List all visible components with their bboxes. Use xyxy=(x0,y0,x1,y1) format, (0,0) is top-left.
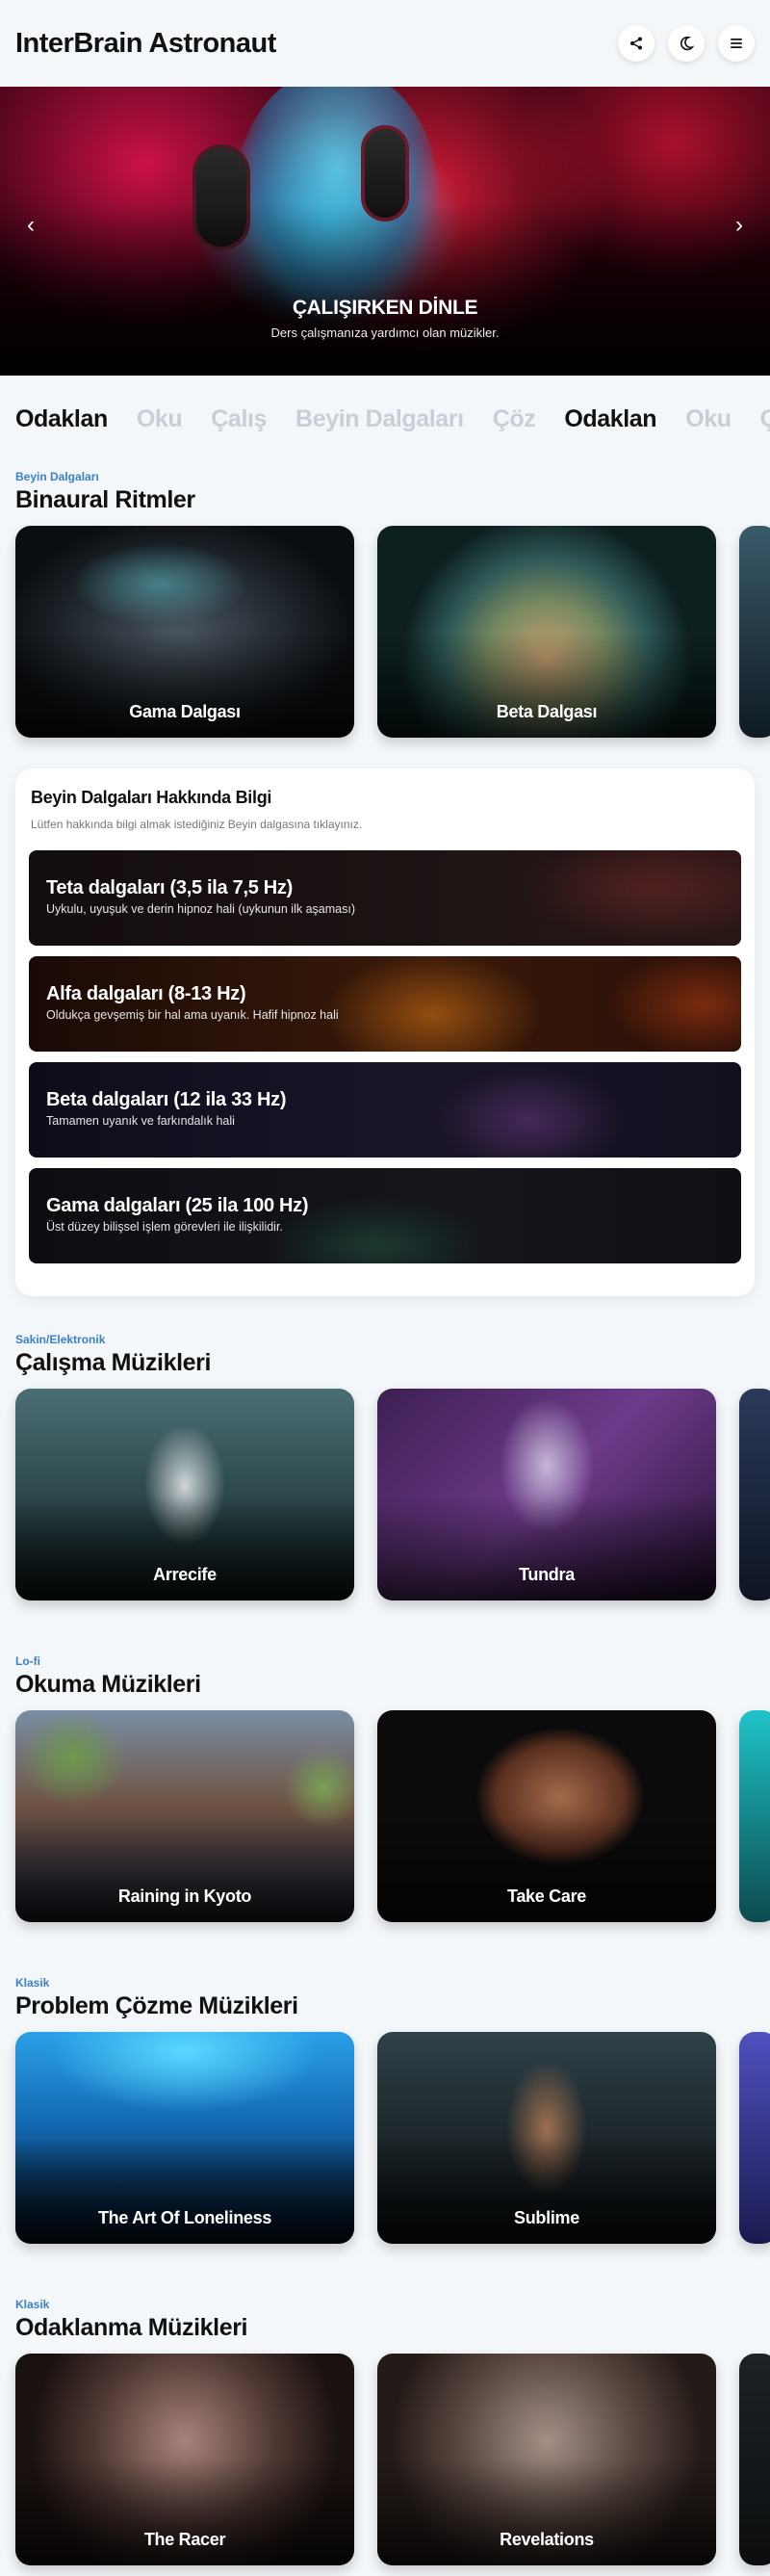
wave-description: Uykulu, uyuşuk ve derin hipnoz hali (uyk… xyxy=(46,902,355,916)
card-title: The Racer xyxy=(143,2530,226,2549)
wave-item-teta[interactable]: Teta dalgaları (3,5 ila 7,5 Hz) Uykulu, … xyxy=(29,850,741,946)
section-kicker: Beyin Dalgaları xyxy=(15,470,99,483)
music-card[interactable]: Sublime xyxy=(377,2032,716,2244)
menu-icon xyxy=(731,39,742,48)
music-card[interactable]: Tundra xyxy=(377,1389,716,1600)
card-title: Beta Dalgası xyxy=(496,702,598,721)
hero-title: ÇALIŞIRKEN DİNLE xyxy=(292,297,478,319)
wave-item-gama[interactable]: Gama dalgaları (25 ila 100 Hz) Üst düzey… xyxy=(29,1168,741,1263)
wave-name: Teta dalgaları (3,5 ila 7,5 Hz) xyxy=(46,877,293,898)
music-card[interactable]: Raining in Kyoto xyxy=(15,1710,354,1922)
header-actions xyxy=(618,25,755,62)
marquee-item: Çöz xyxy=(492,404,536,432)
carousel-next-button[interactable]: › xyxy=(735,214,743,237)
share-icon xyxy=(630,37,642,50)
dark-mode-toggle[interactable] xyxy=(668,25,705,62)
music-card[interactable]: Gama Dalgası xyxy=(15,526,354,738)
share-button[interactable] xyxy=(618,25,654,62)
app-title: InterBrain Astronaut xyxy=(15,27,276,59)
card-title: Take Care xyxy=(506,1886,587,1906)
marquee-item: Beyin Dalgaları xyxy=(295,404,464,432)
wave-item-beta[interactable]: Beta dalgaları (12 ila 33 Hz) Tamamen uy… xyxy=(29,1062,741,1158)
brainwave-info-panel: Beyin Dalgaları Hakkında Bilgi Lütfen ha… xyxy=(15,768,755,1296)
card-title: Tundra xyxy=(519,1565,575,1584)
section-problem-solving-music: Klasik Problem Çözme Müzikleri The Art O… xyxy=(0,1976,770,2244)
card-row: The Racer Revelations xyxy=(15,2354,770,2565)
category-marquee: Odaklan Oku Çalış Beyin Dalgaları Çöz Od… xyxy=(0,376,770,462)
marquee-item: Oku xyxy=(136,404,183,432)
music-card[interactable]: Take Care xyxy=(377,1710,716,1922)
wave-name: Beta dalgaları (12 ila 33 Hz) xyxy=(46,1089,287,1110)
wave-list: Teta dalgaları (3,5 ila 7,5 Hz) Uykulu, … xyxy=(29,850,741,1263)
card-row: Gama Dalgası Beta Dalgası xyxy=(15,526,770,738)
wave-item-alfa[interactable]: Alfa dalgaları (8-13 Hz) Oldukça gevşemi… xyxy=(29,956,741,1052)
wave-name: Gama dalgaları (25 ila 100 Hz) xyxy=(46,1195,309,1216)
section-title: Odaklanma Müzikleri xyxy=(15,2314,248,2341)
section-title: Okuma Müzikleri xyxy=(15,1671,201,1698)
music-card[interactable]: The Racer xyxy=(15,2354,354,2565)
card-row: Raining in Kyoto Take Care xyxy=(15,1710,770,1922)
section-title: Problem Çözme Müzikleri xyxy=(15,1992,298,2019)
card-title: Raining in Kyoto xyxy=(117,1886,252,1906)
menu-button[interactable] xyxy=(718,25,755,62)
section-binaural: Beyin Dalgaları Binaural Ritmler Gama Da… xyxy=(0,470,770,738)
music-card-partial[interactable] xyxy=(739,526,770,738)
music-card[interactable]: Beta Dalgası xyxy=(377,526,716,738)
wave-description: Oldukça gevşemiş bir hal ama uyanık. Haf… xyxy=(46,1008,339,1022)
hero-subtitle: Ders çalışmanıza yardımcı olan müzikler. xyxy=(270,325,500,340)
section-kicker: Sakin/Elektronik xyxy=(15,1333,106,1346)
music-card[interactable]: The Art Of Loneliness xyxy=(15,2032,354,2244)
moon-icon xyxy=(680,36,694,51)
marquee-item: Çalış xyxy=(759,404,770,432)
section-kicker: Lo-fi xyxy=(15,1654,40,1668)
info-description: Lütfen hakkında bilgi almak istediğiniz … xyxy=(31,818,363,831)
section-kicker: Klasik xyxy=(15,1976,50,1990)
music-card-partial[interactable] xyxy=(739,2032,770,2244)
card-row: Arrecife Tundra xyxy=(15,1389,770,1600)
music-card-partial[interactable] xyxy=(739,1710,770,1922)
card-title: Revelations xyxy=(500,2530,594,2549)
hero-carousel[interactable]: ‹ › ÇALIŞIRKEN DİNLE Ders çalışmanıza ya… xyxy=(0,87,770,376)
section-focus-music: Klasik Odaklanma Müzikleri The Racer Rev… xyxy=(0,2298,770,2565)
carousel-prev-button[interactable]: ‹ xyxy=(27,214,35,237)
music-card[interactable]: Arrecife xyxy=(15,1389,354,1600)
marquee-item: Çalış xyxy=(211,404,268,432)
info-title: Beyin Dalgaları Hakkında Bilgi xyxy=(31,788,272,807)
music-card-partial[interactable] xyxy=(739,2354,770,2565)
section-title: Çalışma Müzikleri xyxy=(15,1349,212,1376)
section-reading-music: Lo-fi Okuma Müzikleri Raining in Kyoto T… xyxy=(0,1654,770,1922)
marquee-item: Odaklan xyxy=(564,404,657,432)
section-study-music: Sakin/Elektronik Çalışma Müzikleri Arrec… xyxy=(0,1333,770,1600)
wave-description: Üst düzey bilişsel işlem görevleri ile i… xyxy=(46,1220,283,1234)
section-kicker: Klasik xyxy=(15,2298,50,2311)
music-card[interactable]: Revelations xyxy=(377,2354,716,2565)
card-title: Gama Dalgası xyxy=(129,702,241,721)
card-row: The Art Of Loneliness Sublime xyxy=(15,2032,770,2244)
card-title: The Art Of Loneliness xyxy=(97,2208,272,2227)
section-title: Binaural Ritmler xyxy=(15,486,195,513)
wave-description: Tamamen uyanık ve farkındalık hali xyxy=(46,1114,235,1128)
app-header: InterBrain Astronaut xyxy=(0,0,770,87)
wave-name: Alfa dalgaları (8-13 Hz) xyxy=(46,983,246,1004)
marquee-item: Oku xyxy=(685,404,732,432)
card-title: Arrecife xyxy=(153,1565,217,1584)
marquee-item: Odaklan xyxy=(15,404,108,432)
music-card-partial[interactable] xyxy=(739,1389,770,1600)
card-title: Sublime xyxy=(514,2208,579,2227)
